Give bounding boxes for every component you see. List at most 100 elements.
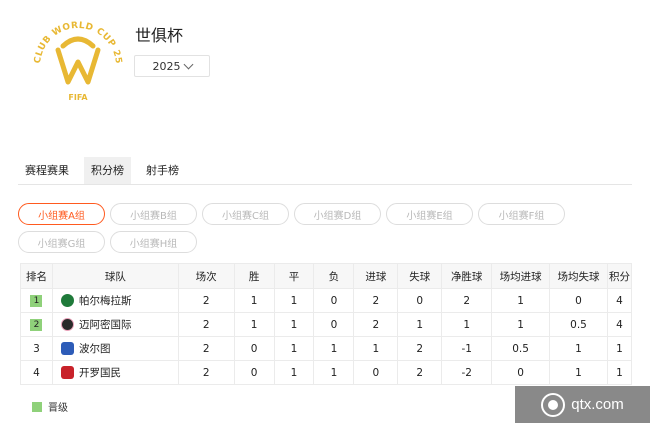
losses-cell: 1 [313, 360, 355, 385]
group-pill-f[interactable]: 小组赛F组 [478, 203, 565, 225]
col-header-avg-goals-against: 场均失球 [549, 263, 608, 289]
played-cell: 2 [177, 360, 235, 385]
team-cell[interactable]: 波尔图 [51, 336, 179, 361]
played-cell: 2 [177, 312, 235, 337]
avg-goals-against-cell: 0.5 [549, 312, 608, 337]
goal-diff-cell: 1 [441, 312, 493, 337]
points-cell: 1 [606, 360, 633, 385]
wins-cell: 1 [233, 288, 275, 313]
goals-against-cell: 1 [397, 312, 443, 337]
avg-goals-for-cell: 1 [491, 312, 551, 337]
played-cell: 2 [177, 288, 235, 313]
col-header-points: 积分 [606, 263, 633, 289]
tab-top-scorers[interactable]: 射手榜 [139, 157, 186, 184]
svg-text:CLUB WORLD CUP 25: CLUB WORLD CUP 25 [33, 21, 123, 65]
tab-standings[interactable]: 积分榜 [84, 157, 131, 184]
qualified-rank-badge: 1 [30, 295, 43, 307]
table-row[interactable]: 4 开罗国民 2 0 1 1 0 2 -2 0 1 1 [20, 360, 633, 385]
porto-crest-icon [60, 342, 74, 355]
col-header-rank: 排名 [20, 263, 53, 289]
losses-cell: 0 [313, 312, 355, 337]
group-pill-b[interactable]: 小组赛B组 [110, 203, 197, 225]
group-pill-e[interactable]: 小组赛E组 [386, 203, 473, 225]
watermark-logo-icon [541, 392, 566, 417]
table-row[interactable]: 3 波尔图 2 0 1 1 1 2 -1 0.5 1 1 [20, 336, 633, 361]
avg-goals-for-cell: 0.5 [491, 336, 551, 361]
avg-goals-against-cell: 1 [549, 360, 608, 385]
qualified-legend: 晋级 [32, 399, 68, 414]
site-watermark: qtx.com [515, 386, 650, 423]
group-pill-c[interactable]: 小组赛C组 [202, 203, 289, 225]
logo-arc-text: CLUB WORLD CUP 25 [33, 21, 123, 65]
team-name[interactable]: 帕尔梅拉斯 [79, 293, 132, 308]
col-header-goal-diff: 净胜球 [441, 263, 493, 289]
goal-diff-cell: -1 [441, 336, 493, 361]
draws-cell: 1 [273, 312, 315, 337]
legend-label: 晋级 [48, 403, 68, 414]
goals-for-cell: 2 [353, 312, 399, 337]
goals-for-cell: 2 [353, 288, 399, 313]
col-header-goals-against: 失球 [397, 263, 443, 289]
team-cell[interactable]: 帕尔梅拉斯 [51, 288, 179, 313]
watermark-text: qtx.com [571, 396, 624, 413]
team-cell[interactable]: 迈阿密国际 [51, 312, 179, 337]
group-filter-row: 小组赛G组 小组赛H组 [18, 231, 632, 253]
points-cell: 4 [606, 312, 633, 337]
rank-cell: 1 [20, 288, 53, 313]
rank-cell: 4 [20, 360, 53, 385]
club-world-cup-logo: CLUB WORLD CUP 25 FIFA [33, 21, 123, 102]
team-name[interactable]: 开罗国民 [79, 365, 121, 380]
avg-goals-against-cell: 1 [549, 336, 608, 361]
wins-cell: 0 [233, 360, 275, 385]
goals-against-cell: 2 [397, 360, 443, 385]
group-filter: 小组赛A组 小组赛B组 小组赛C组 小组赛D组 小组赛E组 小组赛F组 小组赛G… [18, 203, 632, 259]
col-header-wins: 胜 [233, 263, 275, 289]
col-header-avg-goals-for: 场均进球 [491, 263, 551, 289]
tab-schedule[interactable]: 赛程赛果 [18, 157, 76, 184]
goals-for-cell: 1 [353, 336, 399, 361]
avg-goals-for-cell: 0 [491, 360, 551, 385]
table-row[interactable]: 1 帕尔梅拉斯 2 1 1 0 2 0 2 1 0 4 [20, 288, 633, 313]
draws-cell: 1 [273, 360, 315, 385]
col-header-draws: 平 [273, 263, 315, 289]
rank-cell: 2 [20, 312, 53, 337]
inter-miami-crest-icon [60, 318, 74, 331]
year-select[interactable]: 2025 [134, 55, 210, 77]
group-filter-row: 小组赛A组 小组赛B组 小组赛C组 小组赛D组 小组赛E组 小组赛F组 [18, 203, 632, 225]
goals-against-cell: 2 [397, 336, 443, 361]
avg-goals-for-cell: 1 [491, 288, 551, 313]
group-pill-a[interactable]: 小组赛A组 [18, 203, 105, 225]
qualified-rank-badge: 2 [30, 319, 43, 331]
group-pill-h[interactable]: 小组赛H组 [110, 231, 197, 253]
logo-fifa-text: FIFA [68, 93, 88, 102]
page-title: 世俱杯 [135, 26, 184, 45]
competition-header: CLUB WORLD CUP 25 FIFA 世俱杯 2025 [0, 0, 650, 150]
year-select-value: 2025 [152, 59, 181, 73]
rank-cell: 3 [20, 336, 53, 361]
team-cell[interactable]: 开罗国民 [51, 360, 179, 385]
goals-for-cell: 0 [353, 360, 399, 385]
group-pill-d[interactable]: 小组赛D组 [294, 203, 381, 225]
goals-against-cell: 0 [397, 288, 443, 313]
team-name[interactable]: 波尔图 [79, 341, 111, 356]
col-header-team: 球队 [51, 263, 179, 289]
draws-cell: 1 [273, 288, 315, 313]
col-header-goals-for: 进球 [353, 263, 399, 289]
tab-bar: 赛程赛果 积分榜 射手榜 [18, 157, 632, 185]
table-header-row: 排名 球队 场次 胜 平 负 进球 失球 净胜球 场均进球 场均失球 积分 [20, 263, 633, 289]
team-name[interactable]: 迈阿密国际 [79, 317, 132, 332]
palmeiras-crest-icon [60, 294, 74, 307]
draws-cell: 1 [273, 336, 315, 361]
al-ahly-crest-icon [60, 366, 74, 379]
group-pill-g[interactable]: 小组赛G组 [18, 231, 105, 253]
points-cell: 4 [606, 288, 633, 313]
played-cell: 2 [177, 336, 235, 361]
goal-diff-cell: -2 [441, 360, 493, 385]
col-header-losses: 负 [313, 263, 355, 289]
qualified-swatch [32, 401, 42, 412]
wins-cell: 0 [233, 336, 275, 361]
chevron-down-icon [183, 59, 193, 69]
losses-cell: 1 [313, 336, 355, 361]
table-row[interactable]: 2 迈阿密国际 2 1 1 0 2 1 1 1 0.5 4 [20, 312, 633, 337]
wins-cell: 1 [233, 312, 275, 337]
